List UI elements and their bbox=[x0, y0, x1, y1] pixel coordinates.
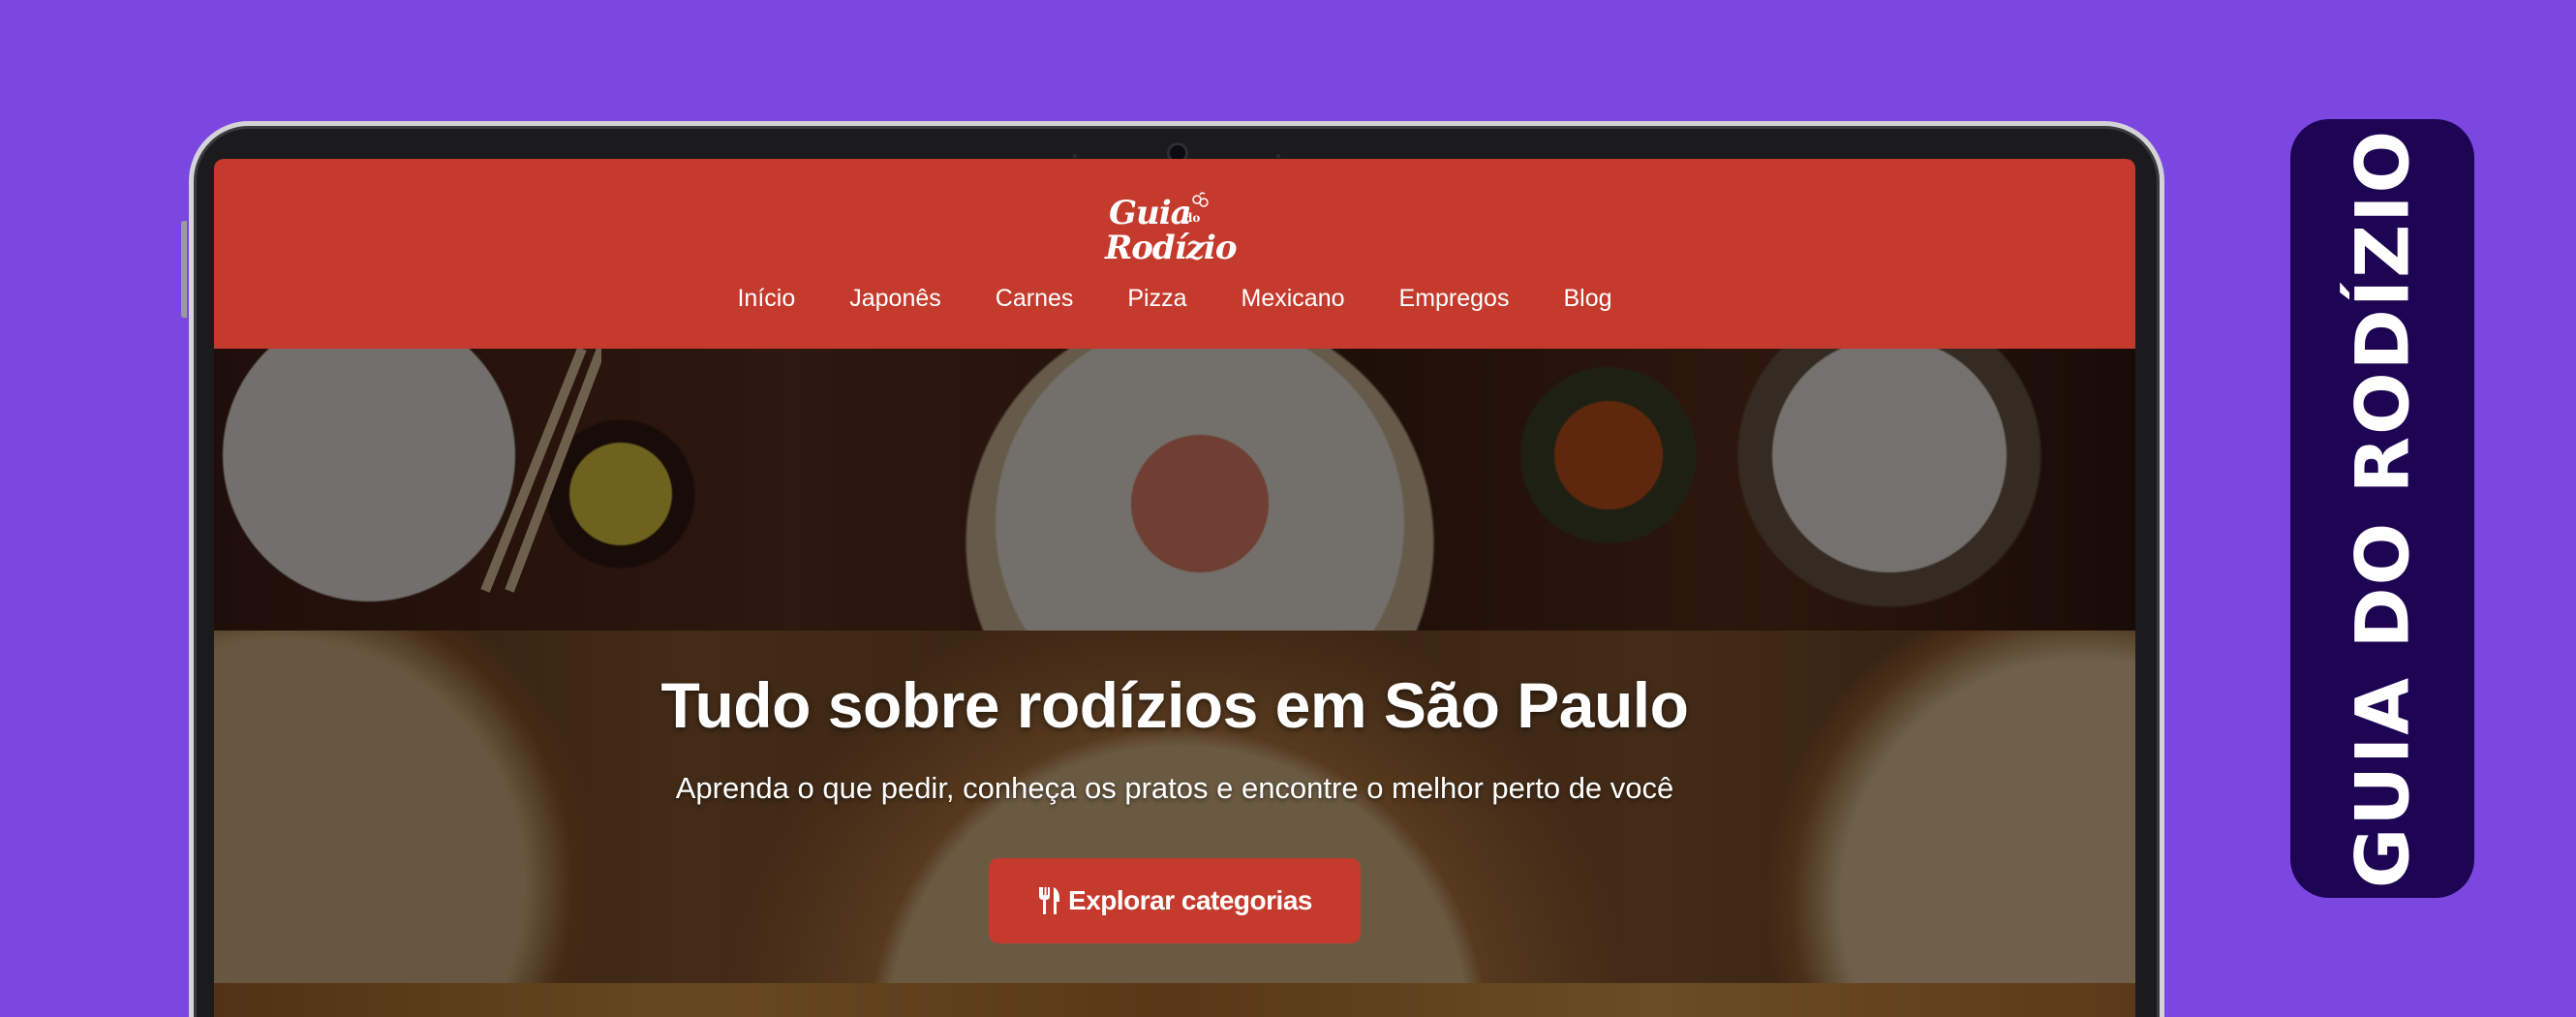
site-logo[interactable]: Guia do Rodízio bbox=[1097, 192, 1252, 269]
hero-subtitle: Aprenda o que pedir, conheça os pratos e… bbox=[675, 771, 1674, 805]
brand-badge: GUIA DO RODÍZIO bbox=[2290, 119, 2474, 898]
logo-text-rodizio: Rodízio bbox=[1105, 229, 1238, 267]
main-nav: Início Japonês Carnes Pizza Mexicano Emp… bbox=[214, 285, 2135, 313]
logo-text-guia: Guia bbox=[1109, 194, 1192, 232]
nav-item-mexicano[interactable]: Mexicano bbox=[1242, 285, 1345, 313]
explore-categories-button[interactable]: Explorar categorias bbox=[989, 858, 1361, 943]
hero-title: Tudo sobre rodízios em São Paulo bbox=[660, 669, 1689, 741]
nav-item-blog[interactable]: Blog bbox=[1563, 285, 1611, 313]
nav-item-empregos[interactable]: Empregos bbox=[1399, 285, 1510, 313]
brand-badge-text: GUIA DO RODÍZIO bbox=[2339, 128, 2426, 889]
site-header: Guia do Rodízio Início Japonês Carnes Pi… bbox=[214, 159, 2135, 349]
nav-item-pizza[interactable]: Pizza bbox=[1127, 285, 1186, 313]
fork-knife-icon bbox=[1039, 887, 1060, 914]
sensor-dot bbox=[1073, 154, 1077, 158]
hero-section: Tudo sobre rodízios em São Paulo Aprenda… bbox=[214, 349, 2135, 1017]
explore-categories-label: Explorar categorias bbox=[1068, 885, 1312, 915]
nav-item-carnes[interactable]: Carnes bbox=[996, 285, 1074, 313]
nav-item-inicio[interactable]: Início bbox=[737, 285, 795, 313]
logo-text-do: do bbox=[1184, 211, 1201, 225]
laptop-side-button bbox=[181, 221, 187, 318]
browser-screen: Guia do Rodízio Início Japonês Carnes Pi… bbox=[214, 159, 2135, 1017]
sensor-dot bbox=[1276, 154, 1280, 158]
nav-item-japones[interactable]: Japonês bbox=[849, 285, 941, 313]
hero-content: Tudo sobre rodízios em São Paulo Aprenda… bbox=[214, 668, 2135, 943]
pepper-icon bbox=[1192, 192, 1209, 207]
